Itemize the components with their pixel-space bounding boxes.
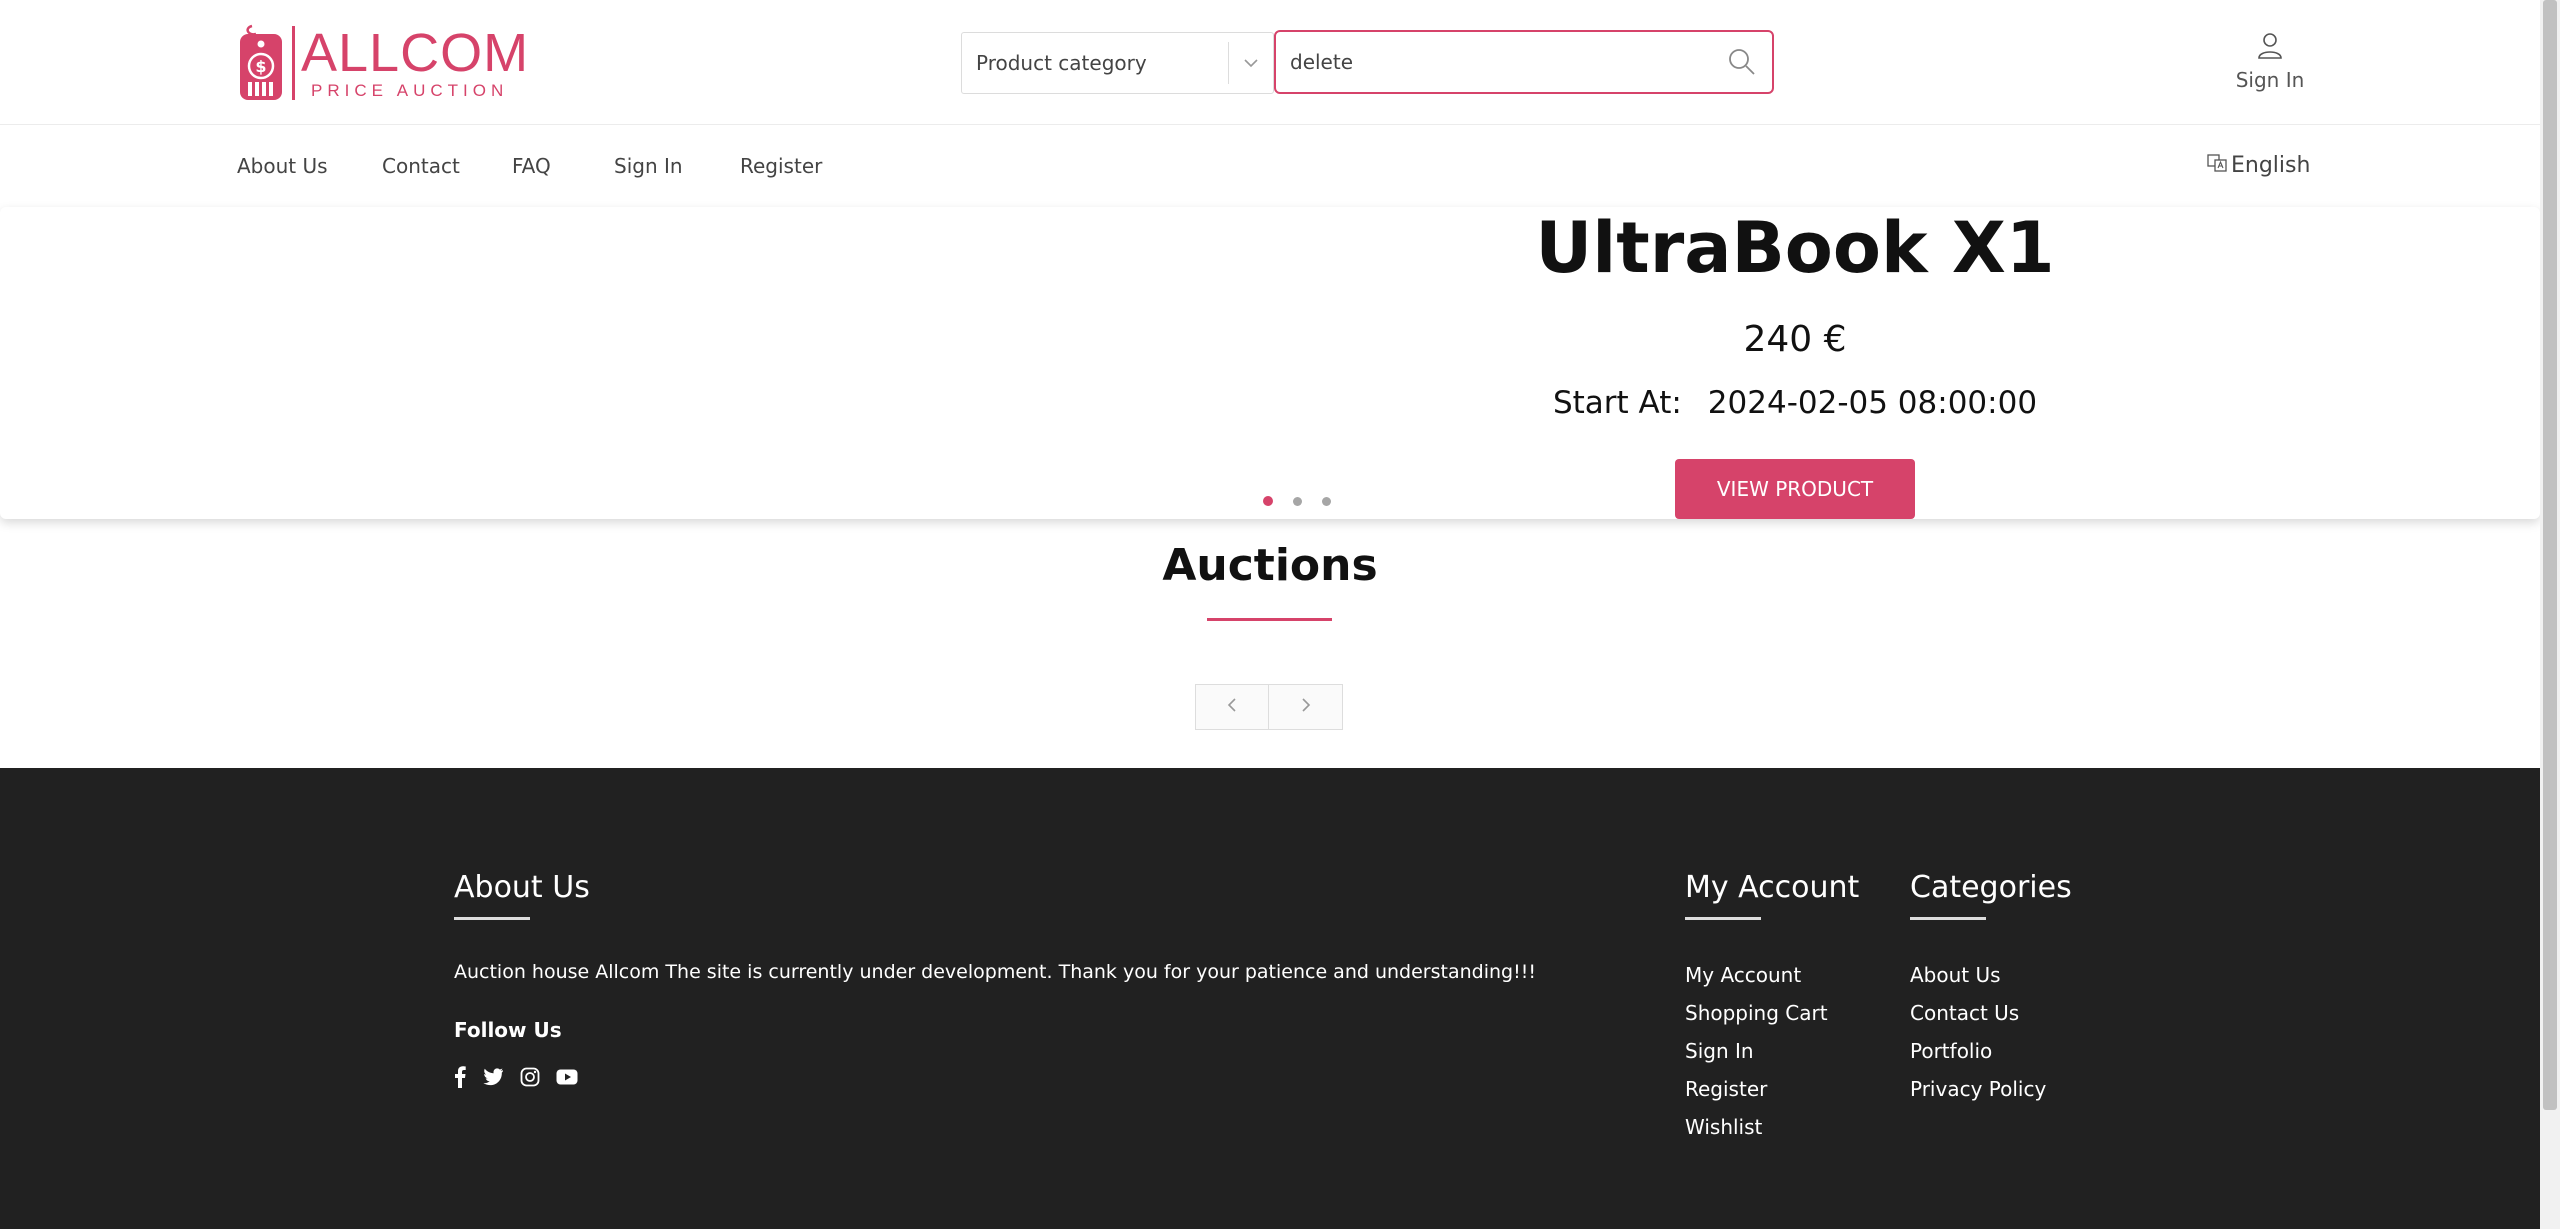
- footer-link-register[interactable]: Register: [1685, 1070, 1828, 1108]
- auctions-title: Auctions: [1162, 540, 1378, 591]
- footer-link-my-account[interactable]: My Account: [1685, 956, 1828, 994]
- footer-account-list: My Account Shopping Cart Sign In Registe…: [1685, 956, 1828, 1146]
- scrollbar-thumb[interactable]: [2543, 0, 2557, 1110]
- social-links: [454, 1066, 578, 1092]
- youtube-icon[interactable]: [556, 1069, 578, 1089]
- svg-text:$: $: [255, 57, 266, 76]
- footer-account-underline: [1685, 917, 1761, 920]
- logo-text: ALLCOM PRICE AUCTION: [301, 25, 529, 101]
- language-label: English: [2231, 152, 2311, 178]
- site-footer: About Us Auction house Allcom The site i…: [0, 768, 2540, 1229]
- auctions-title-underline: [1207, 618, 1332, 621]
- slider-dot-2[interactable]: [1293, 496, 1302, 506]
- instagram-icon[interactable]: [520, 1067, 540, 1091]
- footer-categories-underline: [1910, 917, 1986, 920]
- slide-start-at: Start At: 2024-02-05 08:00:00: [1500, 385, 2090, 421]
- language-selector[interactable]: English: [2207, 152, 2310, 178]
- chevron-left-icon: [1226, 697, 1238, 717]
- logo-subtitle: PRICE AUCTION: [311, 81, 509, 100]
- product-category-label: Product category: [976, 51, 1147, 75]
- nav-item-contact[interactable]: Contact: [382, 154, 460, 178]
- slide-title: UltraBook X1: [1535, 207, 2055, 289]
- footer-categories-list: About Us Contact Us Portfolio Privacy Po…: [1910, 956, 2046, 1108]
- logo-divider: [292, 26, 295, 100]
- auctions-pager: [1195, 684, 1343, 730]
- footer-link-privacy-policy[interactable]: Privacy Policy: [1910, 1070, 2046, 1108]
- next-button[interactable]: [1269, 684, 1343, 730]
- header-signin[interactable]: Sign In: [2230, 30, 2310, 92]
- chevron-right-icon: [1300, 697, 1312, 717]
- footer-link-sign-in[interactable]: Sign In: [1685, 1032, 1828, 1070]
- view-product-button[interactable]: VIEW PRODUCT: [1675, 459, 1915, 519]
- logo-title: ALLCOM: [301, 23, 530, 83]
- search-icon[interactable]: [1712, 47, 1772, 77]
- chevron-down-icon[interactable]: [1229, 58, 1273, 68]
- search-field[interactable]: [1274, 30, 1774, 94]
- price-tag-icon: $: [238, 24, 284, 102]
- nav-item-sign-in[interactable]: Sign In: [614, 154, 683, 178]
- footer-link-about-us[interactable]: About Us: [1910, 956, 2046, 994]
- prev-button[interactable]: [1195, 684, 1269, 730]
- footer-about-title: About Us: [454, 870, 590, 905]
- footer-link-shopping-cart[interactable]: Shopping Cart: [1685, 994, 1828, 1032]
- footer-follow-title: Follow Us: [454, 1018, 562, 1042]
- footer-link-portfolio[interactable]: Portfolio: [1910, 1032, 2046, 1070]
- slider-dot-3[interactable]: [1322, 496, 1331, 506]
- main-nav: About Us Contact FAQ Sign In Register En…: [0, 126, 2540, 206]
- slider-dot-1[interactable]: [1263, 496, 1273, 506]
- nav-item-register[interactable]: Register: [740, 154, 822, 178]
- footer-about-text: Auction house Allcom The site is current…: [454, 961, 1536, 983]
- site-header: $ ALLCOM PRICE AUCTION Product category: [0, 0, 2540, 125]
- header-signin-label: Sign In: [2235, 68, 2305, 92]
- site-logo[interactable]: $ ALLCOM PRICE AUCTION: [238, 24, 529, 102]
- twitter-icon[interactable]: [482, 1068, 504, 1090]
- search-input[interactable]: [1290, 50, 1712, 74]
- footer-link-contact-us[interactable]: Contact Us: [1910, 994, 2046, 1032]
- slide-price: 240 €: [1743, 319, 1847, 360]
- footer-categories-title: Categories: [1910, 870, 2072, 905]
- footer-about-underline: [454, 917, 530, 920]
- page-scrollbar[interactable]: [2540, 0, 2560, 1229]
- nav-item-faq[interactable]: FAQ: [512, 154, 551, 178]
- product-slider: UltraBook X1 240 € Start At: 2024-02-05 …: [0, 207, 2540, 519]
- nav-item-about-us[interactable]: About Us: [237, 154, 328, 178]
- footer-link-wishlist[interactable]: Wishlist: [1685, 1108, 1828, 1146]
- product-category-select[interactable]: Product category: [961, 32, 1274, 94]
- facebook-icon[interactable]: [454, 1066, 466, 1092]
- start-at-label: Start At:: [1552, 385, 1682, 421]
- user-icon: [2255, 33, 2285, 64]
- footer-account-title: My Account: [1685, 870, 1860, 905]
- translate-icon: [2207, 152, 2227, 178]
- start-at-value: 2024-02-05 08:00:00: [1707, 385, 2038, 421]
- slider-dots: [1263, 496, 1331, 506]
